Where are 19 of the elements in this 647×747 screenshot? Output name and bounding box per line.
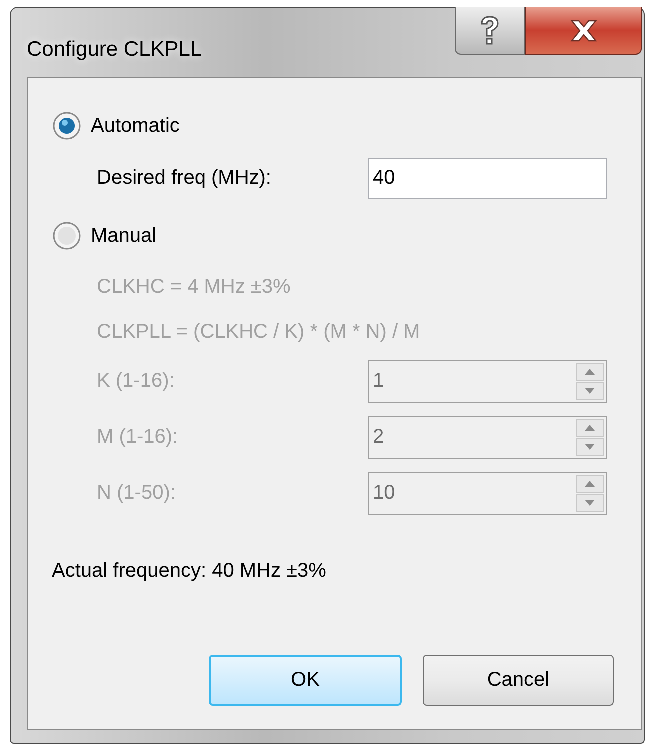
info-text: CLKHC = 4 MHz ±3%: [97, 275, 292, 300]
cancel-button[interactable]: Cancel: [423, 655, 614, 706]
radio-label[interactable]: Automatic: [91, 114, 180, 138]
info-text: CLKPLL = (CLKHC / K) * (M * N) / M: [97, 320, 422, 345]
radio-button[interactable]: [52, 221, 82, 251]
frequency-input-field[interactable]: 40: [368, 158, 607, 199]
close-icon: [568, 18, 598, 42]
radio-label[interactable]: Manual: [91, 224, 157, 248]
field-label: M (1-16):: [97, 426, 180, 449]
field-label: N (1-50):: [97, 482, 177, 505]
radio-button[interactable]: [52, 111, 82, 141]
ok-button[interactable]: OK: [209, 655, 402, 706]
close-button[interactable]: [525, 7, 642, 55]
result-text: Actual frequency: 40 MHz ±3%: [52, 559, 328, 584]
help-icon: [479, 14, 501, 46]
field-label: Desired freq (MHz):: [97, 167, 272, 190]
window-title: Configure CLKPLL: [27, 38, 202, 62]
help-button[interactable]: [455, 7, 525, 55]
field-label: K (1-16):: [97, 370, 176, 393]
